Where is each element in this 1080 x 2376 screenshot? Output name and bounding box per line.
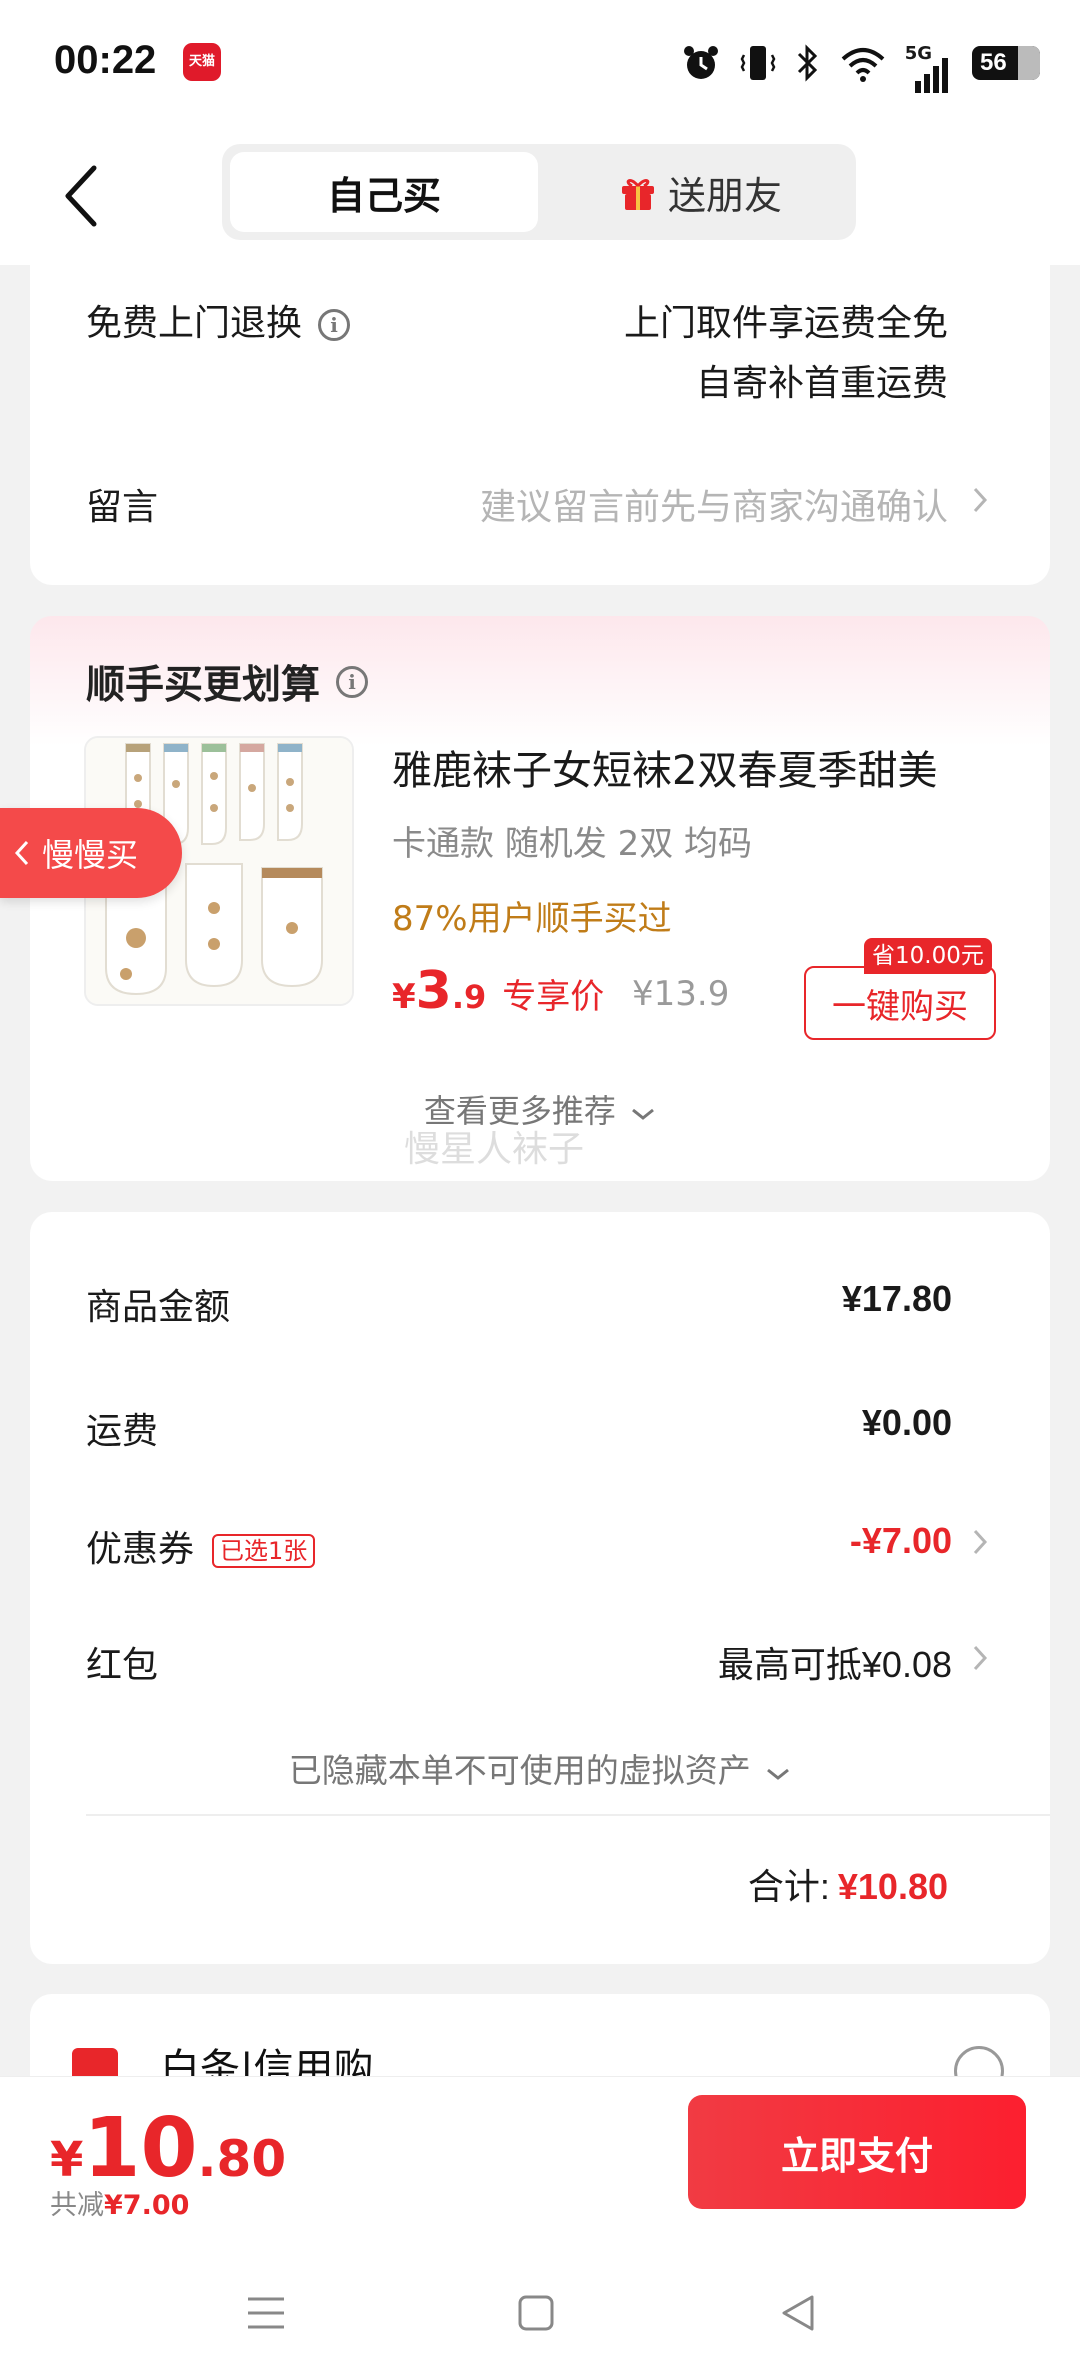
checkout-total: ¥ 10 .80: [50, 2101, 286, 2196]
coupon-label: 优惠券: [86, 1529, 195, 1570]
service-card: 免费上门退换 i 上门取件享运费全免 自寄补首重运费 留言 建议留言前先与商家沟通…: [30, 250, 1050, 585]
product-spec: 卡通款 随机发 2双 均码: [392, 824, 753, 864]
coupon-row-label[interactable]: 优惠券 已选1张: [86, 1520, 316, 1572]
original-price: ¥13.9: [632, 974, 730, 1014]
bluetooth-icon: [797, 44, 817, 82]
home-nav-icon[interactable]: [514, 2291, 558, 2335]
status-bar: 00:22 天猫 5G 56: [0, 0, 1080, 130]
signal-indicator: 5G: [905, 43, 948, 93]
summary-divider: [86, 1814, 1050, 1816]
chevron-down-icon: [767, 1768, 790, 1780]
wifi-icon: [841, 48, 885, 82]
back-arrow-icon: [65, 165, 97, 227]
recommend-title: 顺手买更划算: [86, 663, 321, 708]
chevron-down-icon: [632, 1108, 655, 1120]
total-saving-value: ¥7.00: [104, 2190, 190, 2221]
total-saving-prefix: 共减: [50, 2190, 104, 2221]
recommend-title-row: 顺手买更划算 i: [86, 654, 369, 710]
goods-amount-value: ¥17.80: [841, 1278, 952, 1319]
alarm-icon: [683, 46, 718, 79]
price-tag: 专享价: [502, 977, 605, 1017]
goods-amount-label: 商品金额: [86, 1287, 231, 1328]
coupon-value[interactable]: -¥7.00: [850, 1520, 952, 1562]
top-nav: 自己买 送朋友: [0, 130, 1080, 265]
slow-buy-label: 慢慢买: [42, 836, 139, 874]
coupon-selected-badge: 已选1张: [212, 1534, 316, 1568]
menu-nav-icon[interactable]: [244, 2291, 288, 2335]
back-button[interactable]: [56, 160, 112, 230]
order-total: 合计: ¥10.80: [748, 1858, 948, 1910]
free-return-row: 免费上门退换 i: [86, 294, 351, 346]
shipping-label: 运费: [86, 1411, 159, 1452]
chevron-left-icon: [14, 840, 29, 866]
chevron-right-icon: [973, 1645, 988, 1671]
recommend-card: 顺手买更划算 i 雅鹿袜子女短袜2双春夏季甜美 卡通款 随机发 2双 均码 87…: [30, 616, 1050, 1181]
red-packet-value[interactable]: 最高可抵¥0.08: [718, 1636, 952, 1688]
battery-icon: 56: [972, 46, 1040, 80]
checkout-total-integer: 10: [83, 2101, 198, 2196]
chevron-right-icon: [973, 487, 988, 513]
status-time: 00:22: [54, 38, 157, 82]
purchase-mode-switch: 自己买 送朋友: [222, 144, 856, 240]
slow-buy-float-tab[interactable]: 慢慢买: [0, 808, 182, 898]
red-packet-label: 红包: [86, 1645, 159, 1686]
pay-now-button[interactable]: 立即支付: [688, 2095, 1026, 2209]
tmall-app-icon: 天猫: [183, 43, 221, 81]
order-total-label: 合计:: [747, 1866, 830, 1907]
chevron-right-icon: [973, 1529, 988, 1555]
price-integer: 3: [415, 961, 452, 1021]
total-saving: 共减¥7.00: [50, 2183, 189, 2222]
signal-icon: [914, 57, 948, 93]
product-name[interactable]: 雅鹿袜子女短袜2双春夏季甜美: [392, 738, 937, 796]
order-summary-card: 商品金额 ¥17.80 运费 ¥0.00 优惠券 已选1张 -¥7.00 红包 最…: [30, 1212, 1050, 1964]
save-badge: 省10.00元: [864, 938, 992, 974]
tab-buy-for-self[interactable]: 自己买: [230, 152, 538, 232]
hidden-assets-label: 已隐藏本单不可使用的虚拟资产: [288, 1751, 751, 1790]
message-label: 留言: [86, 487, 159, 528]
checkout-bar: ¥ 10 .80 共减¥7.00 立即支付: [0, 2076, 1080, 2376]
free-return-line1: 上门取件享运费全免: [623, 302, 948, 343]
hidden-assets-toggle[interactable]: 已隐藏本单不可使用的虚拟资产: [30, 1744, 1050, 1792]
tab-send-to-friend-label: 送朋友: [667, 173, 782, 218]
shipping-value: ¥0.00: [861, 1402, 952, 1443]
checkout-total-decimal: .80: [197, 2130, 287, 2188]
gift-icon: [621, 179, 654, 210]
price-currency: ¥: [392, 977, 416, 1017]
tab-send-to-friend[interactable]: 送朋友: [552, 152, 848, 232]
info-icon[interactable]: i: [336, 666, 369, 698]
one-click-buy-button[interactable]: 一键购买: [804, 966, 996, 1040]
vibrate-icon: [740, 46, 776, 80]
info-icon[interactable]: i: [318, 309, 351, 341]
checkout-currency: ¥: [50, 2132, 84, 2188]
price-decimal: .9: [451, 978, 487, 1016]
free-return-line2: 自寄补首重运费: [695, 362, 948, 403]
order-total-value: ¥10.80: [837, 1866, 948, 1907]
message-input[interactable]: 建议留言前先与商家沟通确认: [480, 478, 948, 530]
product-price: ¥ 3 .9 专享价: [392, 961, 604, 1021]
status-icons: 5G 56: [681, 40, 1040, 93]
product-social-proof: 87%用户顺手买过: [392, 899, 672, 939]
back-nav-icon[interactable]: [776, 2291, 820, 2335]
free-return-label: 免费上门退换: [86, 303, 303, 344]
watermark-text: 慢星人袜子: [404, 1129, 585, 1170]
